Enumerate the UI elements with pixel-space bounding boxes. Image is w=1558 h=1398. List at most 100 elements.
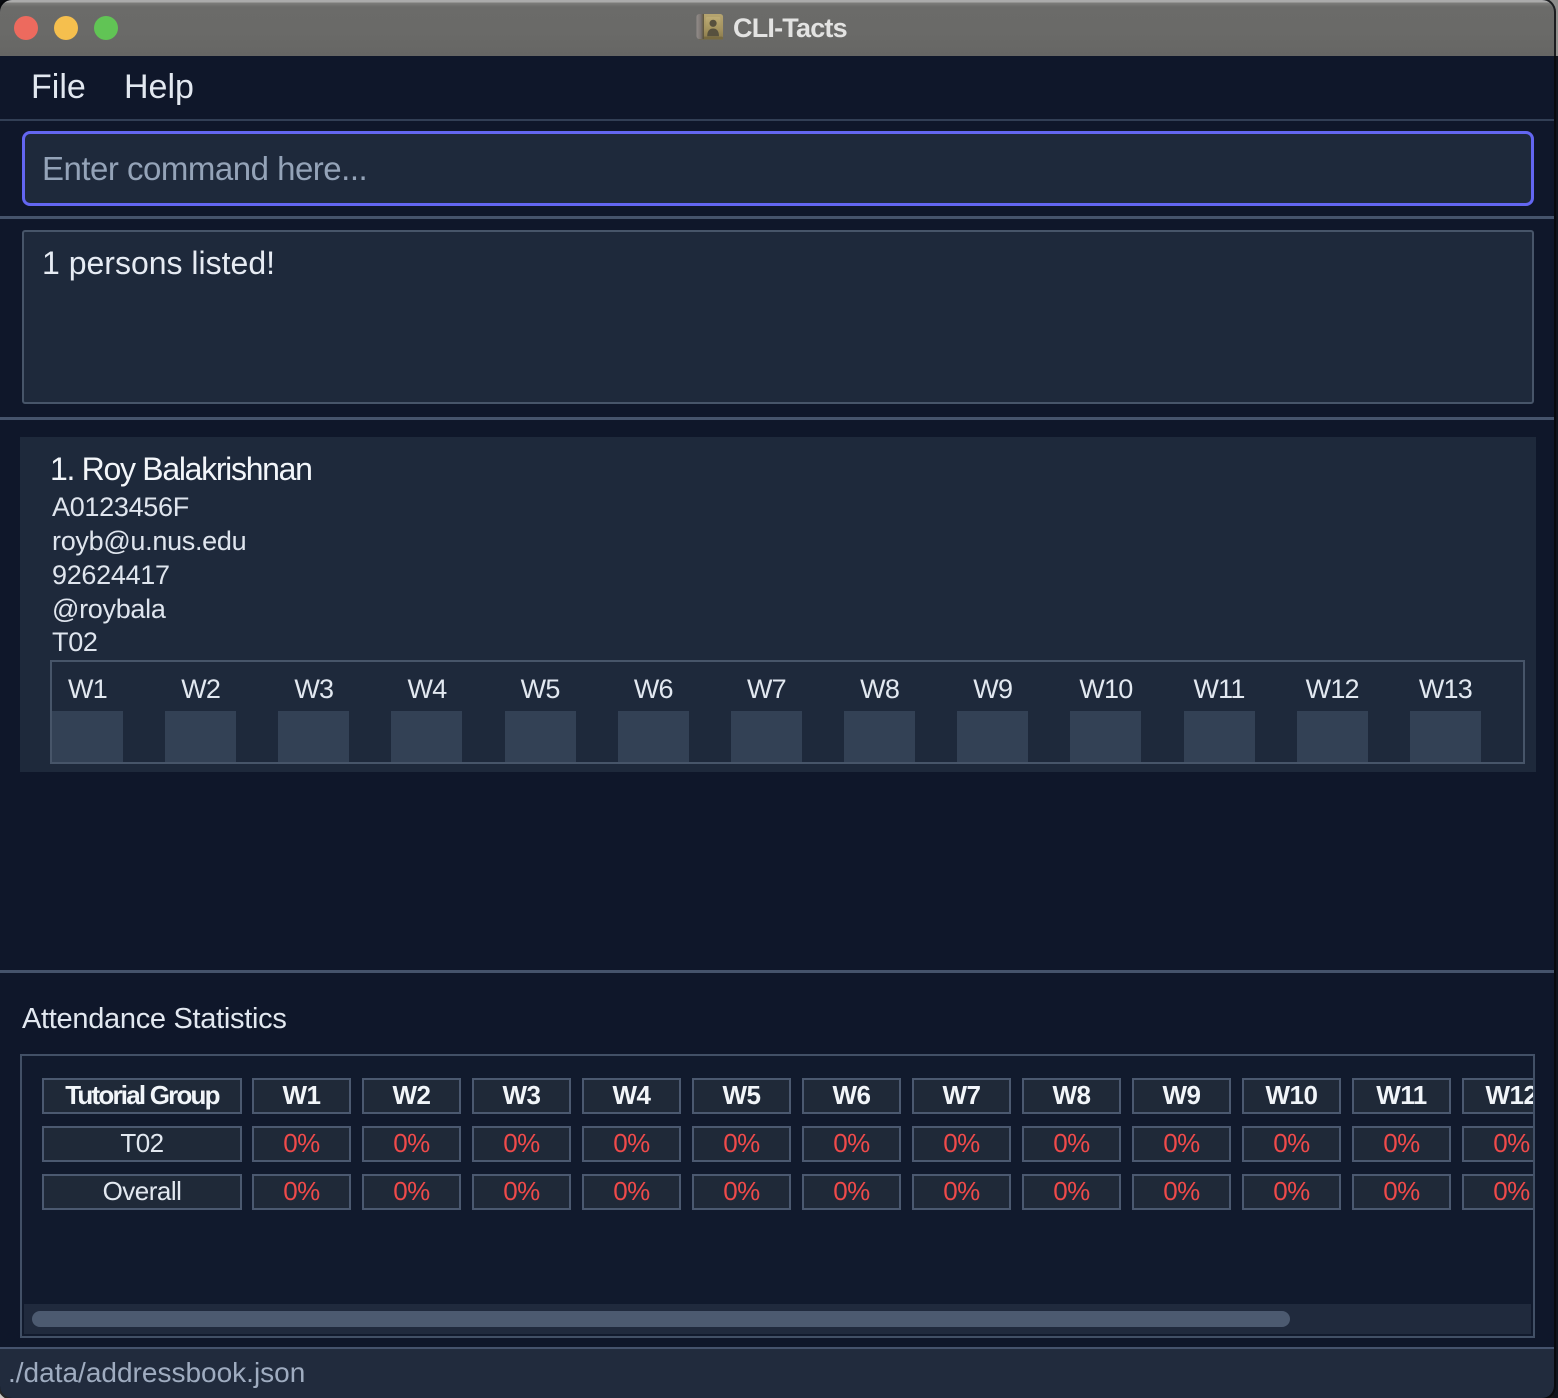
person-card[interactable]: 1. Roy Balakrishnan A0123456F royb@u.nus… bbox=[20, 437, 1536, 772]
table-cell: 0% bbox=[362, 1126, 461, 1162]
week-column: W8 bbox=[844, 662, 957, 762]
table-cell: 0% bbox=[582, 1174, 681, 1210]
table-cell: 0% bbox=[1022, 1174, 1121, 1210]
table-cell: W4 bbox=[582, 1078, 681, 1114]
window-title: CLI-Tacts bbox=[733, 0, 847, 56]
table-cell: 0% bbox=[1242, 1174, 1341, 1210]
address-book-icon bbox=[696, 13, 724, 40]
week-attendance-cell[interactable] bbox=[391, 711, 462, 762]
horizontal-scrollbar-track[interactable] bbox=[24, 1304, 1531, 1334]
week-attendance-cell[interactable] bbox=[1297, 711, 1368, 762]
menubar: File Help bbox=[0, 56, 1554, 121]
person-name: 1. Roy Balakrishnan bbox=[50, 451, 312, 488]
data-file-path: ./data/addressbook.json bbox=[8, 1349, 305, 1396]
table-cell: W3 bbox=[472, 1078, 571, 1114]
table-cell: Overall bbox=[42, 1174, 242, 1210]
table-cell: 0% bbox=[362, 1174, 461, 1210]
table-row: Overall0%0%0%0%0%0%0%0%0%0%0%0% bbox=[42, 1174, 1535, 1210]
result-text: 1 persons listed! bbox=[24, 232, 1532, 294]
week-column: W3 bbox=[278, 662, 391, 762]
separator bbox=[0, 970, 1554, 973]
table-cell: W5 bbox=[692, 1078, 791, 1114]
week-column: W1 bbox=[52, 662, 165, 762]
attendance-statistics-title: Attendance Statistics bbox=[22, 1002, 287, 1036]
table-row: T02 0% 0% 0% 0% 0% 0% 0% 0% 0% 0% 0% 0% bbox=[42, 1126, 1535, 1162]
week-column: W7 bbox=[731, 662, 844, 762]
person-telegram: @roybala bbox=[52, 592, 166, 626]
table-cell: 0% bbox=[1462, 1126, 1535, 1162]
table-cell: W1 bbox=[252, 1078, 351, 1114]
result-display[interactable]: 1 persons listed! bbox=[22, 230, 1534, 404]
table-cell: 0% bbox=[472, 1126, 571, 1162]
table-cell: 0% bbox=[912, 1126, 1011, 1162]
table-cell: W11 bbox=[1352, 1078, 1451, 1114]
table-cell: W6 bbox=[802, 1078, 901, 1114]
week-label: W13 bbox=[1410, 674, 1481, 705]
week-attendance-cell[interactable] bbox=[731, 711, 802, 762]
table-cell: T02 bbox=[42, 1126, 242, 1162]
person-attendance-weeks: W1 W2 W3 W4W5 W6W7W8 W9 W10 W11 W12 W13 bbox=[50, 660, 1525, 764]
title-group: CLI-Tacts bbox=[0, 0, 1554, 56]
table-cell: Tutorial Group bbox=[42, 1078, 242, 1114]
table-cell: 0% bbox=[912, 1174, 1011, 1210]
separator bbox=[0, 417, 1554, 420]
week-label: W5 bbox=[505, 674, 576, 705]
table-cell: W10 bbox=[1242, 1078, 1341, 1114]
person-student-id: A0123456F bbox=[52, 490, 189, 524]
week-attendance-cell[interactable] bbox=[1410, 711, 1481, 762]
week-attendance-cell[interactable] bbox=[618, 711, 689, 762]
horizontal-scrollbar-thumb[interactable] bbox=[32, 1311, 1290, 1327]
table-cell: 0% bbox=[1132, 1174, 1231, 1210]
table-cell: 0% bbox=[1022, 1126, 1121, 1162]
week-label: W11 bbox=[1184, 674, 1255, 705]
table-cell: 0% bbox=[472, 1174, 571, 1210]
week-column: W11 bbox=[1184, 662, 1297, 762]
titlebar[interactable]: CLI-Tacts bbox=[0, 0, 1554, 56]
week-attendance-cell[interactable] bbox=[844, 711, 915, 762]
menu-help[interactable]: Help bbox=[124, 56, 194, 119]
table-cell: W8 bbox=[1022, 1078, 1121, 1114]
week-column: W2 bbox=[165, 662, 278, 762]
table-cell: 0% bbox=[252, 1126, 351, 1162]
table-cell: 0% bbox=[1352, 1126, 1451, 1162]
week-attendance-cell[interactable] bbox=[278, 711, 349, 762]
person-tutorial-group: T02 bbox=[52, 625, 98, 659]
week-label: W9 bbox=[957, 674, 1028, 705]
week-column: W6 bbox=[618, 662, 731, 762]
table-cell: 0% bbox=[802, 1174, 901, 1210]
person-email: royb@u.nus.edu bbox=[52, 524, 246, 558]
week-label: W12 bbox=[1297, 674, 1368, 705]
table-header-row: Tutorial GroupW1W2W3W4W5W6W7W8W9W10W11W1… bbox=[42, 1078, 1535, 1114]
week-column: W4 bbox=[391, 662, 504, 762]
table-cell: 0% bbox=[1132, 1126, 1231, 1162]
week-label: W3 bbox=[278, 674, 349, 705]
table-cell: W2 bbox=[362, 1078, 461, 1114]
menu-file[interactable]: File bbox=[31, 56, 86, 119]
table-cell: 0% bbox=[582, 1126, 681, 1162]
week-attendance-cell[interactable] bbox=[957, 711, 1028, 762]
person-phone: 92624417 bbox=[52, 558, 170, 592]
table-cell: 0% bbox=[1242, 1126, 1341, 1162]
week-column: W12 bbox=[1297, 662, 1410, 762]
week-attendance-cell[interactable] bbox=[505, 711, 576, 762]
week-label: W8 bbox=[844, 674, 915, 705]
week-column: W9 bbox=[957, 662, 1070, 762]
table-cell: 0% bbox=[692, 1126, 791, 1162]
week-attendance-cell[interactable] bbox=[165, 711, 236, 762]
separator bbox=[0, 216, 1554, 219]
table-cell: 0% bbox=[1462, 1174, 1535, 1210]
week-attendance-cell[interactable] bbox=[1184, 711, 1255, 762]
table-cell: 0% bbox=[802, 1126, 901, 1162]
week-attendance-cell[interactable] bbox=[1070, 711, 1141, 762]
week-label: W10 bbox=[1070, 674, 1141, 705]
week-label: W2 bbox=[165, 674, 236, 705]
week-attendance-cell[interactable] bbox=[52, 711, 123, 762]
app-window: CLI-Tacts File Help 1 persons listed! 1.… bbox=[0, 0, 1554, 1398]
table-cell: 0% bbox=[692, 1174, 791, 1210]
table-cell: 0% bbox=[1352, 1174, 1451, 1210]
week-label: W1 bbox=[52, 674, 123, 705]
table-cell: W7 bbox=[912, 1078, 1011, 1114]
status-bar: ./data/addressbook.json bbox=[0, 1347, 1554, 1398]
command-input[interactable] bbox=[22, 131, 1534, 206]
week-column: W13 bbox=[1410, 662, 1523, 762]
